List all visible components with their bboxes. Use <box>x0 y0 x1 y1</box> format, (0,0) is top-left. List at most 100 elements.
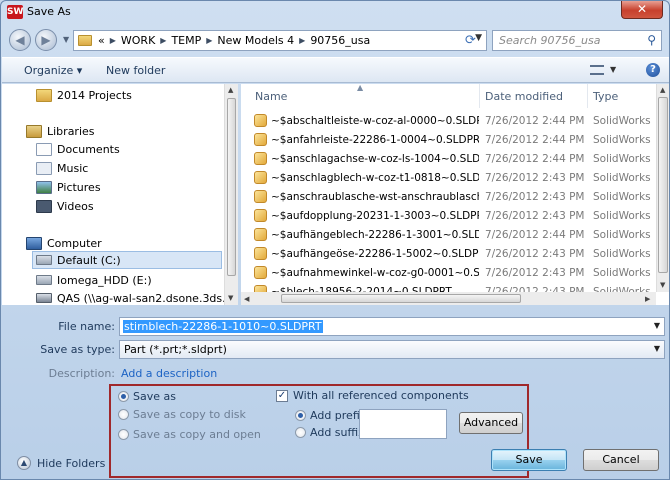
file-type: SolidWorks Pa <box>593 152 653 165</box>
file-date: 7/26/2012 2:43 PM <box>485 247 585 260</box>
search-icon[interactable]: ⚲ <box>647 33 656 47</box>
with-referenced-components-label[interactable]: With all referenced components <box>293 389 469 402</box>
nav-item-pictures[interactable]: Pictures <box>36 178 101 196</box>
column-header-date[interactable]: Date modified <box>485 84 563 108</box>
cancel-button[interactable]: Cancel <box>583 449 659 471</box>
breadcrumb-work[interactable]: WORK <box>121 34 155 47</box>
scroll-right-icon[interactable]: ▶ <box>645 295 650 303</box>
add-description-link[interactable]: Add a description <box>121 367 217 380</box>
file-row[interactable]: ~$aufdopplung-20231-1-3003~0.SLDPRT 7/26… <box>241 206 657 225</box>
save-as-type-select[interactable]: Part (*.prt;*.sldprt) ▼ <box>119 340 665 359</box>
file-row[interactable]: ~$aufnahmewinkel-w-coz-g0-0001~0.SL... 7… <box>241 263 657 282</box>
file-row[interactable]: ~$aufhängeöse-22286-1-5002~0.SLDPRT 7/26… <box>241 244 657 263</box>
file-row[interactable]: ~$abschaltleiste-w-coz-al-0000~0.SLDPRT … <box>241 111 657 130</box>
save-as-label[interactable]: Save as <box>133 390 176 403</box>
refresh-icon[interactable]: ⟳ <box>465 33 476 48</box>
column-divider[interactable] <box>587 84 588 108</box>
save-as-radio[interactable] <box>118 391 129 402</box>
file-row[interactable]: ~$anschraublasche-wst-anschraublasch... … <box>241 187 657 206</box>
with-referenced-components-checkbox[interactable]: ✓ <box>276 390 288 402</box>
advanced-button[interactable]: Advanced <box>459 412 523 434</box>
nav-item-documents[interactable]: Documents <box>36 140 120 158</box>
scrollbar-thumb[interactable] <box>658 97 668 273</box>
add-suffix-label[interactable]: Add suffix <box>310 426 365 439</box>
scroll-down-icon[interactable]: ▼ <box>660 281 665 289</box>
file-date: 7/26/2012 2:43 PM <box>485 209 585 222</box>
file-date: 7/26/2012 2:44 PM <box>485 133 585 146</box>
recent-locations-dropdown[interactable]: ▼ <box>63 33 73 47</box>
back-button[interactable]: ◀ <box>9 29 31 51</box>
file-name: ~$aufhängeöse-22286-1-5002~0.SLDPRT <box>271 247 479 260</box>
breadcrumb-separator-icon: ▶ <box>206 36 213 45</box>
save-button[interactable]: Save <box>491 449 567 471</box>
search-input[interactable]: Search 90756_usa ⚲ <box>492 30 662 51</box>
address-dropdown-icon[interactable]: ▼ <box>475 33 482 43</box>
close-button[interactable]: ✕ <box>621 1 663 19</box>
save-as-copy-and-open-label[interactable]: Save as copy and open <box>133 428 261 441</box>
breadcrumb-new-models-4[interactable]: New Models 4 <box>217 34 294 47</box>
prefix-suffix-input[interactable] <box>359 409 447 439</box>
save-as-type-label: Save as type: <box>40 343 115 356</box>
nav-item-label: Documents <box>57 142 120 156</box>
nav-item-2014-projects[interactable]: 2014 Projects <box>36 86 132 104</box>
add-prefix-radio[interactable] <box>295 410 306 421</box>
organize-button[interactable]: Organize ▾ <box>24 64 82 77</box>
nav-item-libraries[interactable]: Libraries <box>26 122 95 140</box>
nav-item-label: Computer <box>47 236 102 250</box>
scroll-left-icon[interactable]: ◀ <box>244 295 249 303</box>
save-as-copy-label[interactable]: Save as copy to disk <box>133 408 246 421</box>
folder-icon <box>78 35 92 46</box>
view-options-dropdown-icon[interactable]: ▼ <box>610 65 616 74</box>
help-icon[interactable]: ? <box>646 63 660 77</box>
file-row[interactable]: ~$anfahrleiste-22286-1-0004~0.SLDPRT 7/2… <box>241 130 657 149</box>
nav-item-default-c[interactable]: Default (C:) <box>32 251 222 269</box>
add-prefix-label[interactable]: Add prefix <box>310 409 366 422</box>
save-as-copy-radio[interactable] <box>118 409 129 420</box>
file-row[interactable]: ~$anschlagachse-w-coz-ls-1004~0.SLDP... … <box>241 149 657 168</box>
nav-item-qas-network[interactable]: QAS (\\ag-wal-san2.dsone.3ds.com <box>36 289 224 305</box>
breadcrumb-90756-usa[interactable]: 90756_usa <box>310 34 370 47</box>
file-type: SolidWorks Pa <box>593 247 653 260</box>
file-date: 7/26/2012 2:43 PM <box>485 266 585 279</box>
file-name-label: File name: <box>58 320 115 333</box>
address-bar[interactable]: « ▶ WORK ▶ TEMP ▶ New Models 4 ▶ 90756_u… <box>73 30 487 51</box>
nav-item-label: Pictures <box>57 180 101 194</box>
save-as-copy-and-open-radio[interactable] <box>118 429 129 440</box>
forward-button[interactable]: ▶ <box>35 29 57 51</box>
file-date: 7/26/2012 2:43 PM <box>485 190 585 203</box>
new-folder-button[interactable]: New folder <box>106 64 165 77</box>
file-name-field[interactable]: stirnblech-22286-1-1010~0.SLDPRT ▼ <box>119 317 665 336</box>
file-row[interactable]: ~$anschlagblech-w-coz-t1-0818~0.SLDP... … <box>241 168 657 187</box>
nav-item-videos[interactable]: Videos <box>36 197 94 215</box>
scroll-up-icon[interactable]: ▲ <box>660 86 665 94</box>
add-suffix-radio[interactable] <box>295 427 306 438</box>
scroll-up-icon[interactable]: ▲ <box>228 86 233 94</box>
breadcrumb-overflow[interactable]: « <box>98 34 105 47</box>
breadcrumb-temp[interactable]: TEMP <box>171 34 201 47</box>
chevron-down-icon[interactable]: ▼ <box>654 344 660 353</box>
scroll-down-icon[interactable]: ▼ <box>228 294 233 302</box>
scrollbar-thumb[interactable] <box>281 294 521 303</box>
nav-item-computer[interactable]: Computer <box>26 234 102 252</box>
file-type: SolidWorks Pa <box>593 209 653 222</box>
hide-folders-button[interactable]: ▲ Hide Folders <box>17 456 105 470</box>
change-view-icon[interactable] <box>590 65 604 75</box>
pictures-icon <box>36 180 52 194</box>
column-divider[interactable] <box>479 84 480 108</box>
command-bar: Organize ▾ New folder ▼ ? <box>2 57 669 83</box>
file-list-horizontal-scrollbar[interactable]: ◀ ▶ <box>241 292 656 305</box>
nav-item-iomega-hdd[interactable]: Iomega_HDD (E:) <box>36 271 152 289</box>
sldprt-file-icon <box>254 171 267 184</box>
chevron-down-icon[interactable]: ▼ <box>654 321 660 330</box>
column-header-type[interactable]: Type <box>593 84 618 108</box>
libraries-icon <box>26 124 42 138</box>
window-title: Save As <box>27 5 71 18</box>
sldprt-file-icon <box>254 209 267 222</box>
file-list-vertical-scrollbar[interactable]: ▲ ▼ <box>656 84 669 292</box>
column-header-name[interactable]: Name <box>255 84 287 108</box>
nav-item-music[interactable]: Music <box>36 159 88 177</box>
solidworks-app-icon: SW <box>7 5 24 19</box>
navigation-vertical-scrollbar[interactable]: ▲ ▼ <box>224 84 238 305</box>
file-row[interactable]: ~$aufhängeblech-22286-1-3001~0.SLDPRT 7/… <box>241 225 657 244</box>
scrollbar-thumb[interactable] <box>227 98 236 276</box>
